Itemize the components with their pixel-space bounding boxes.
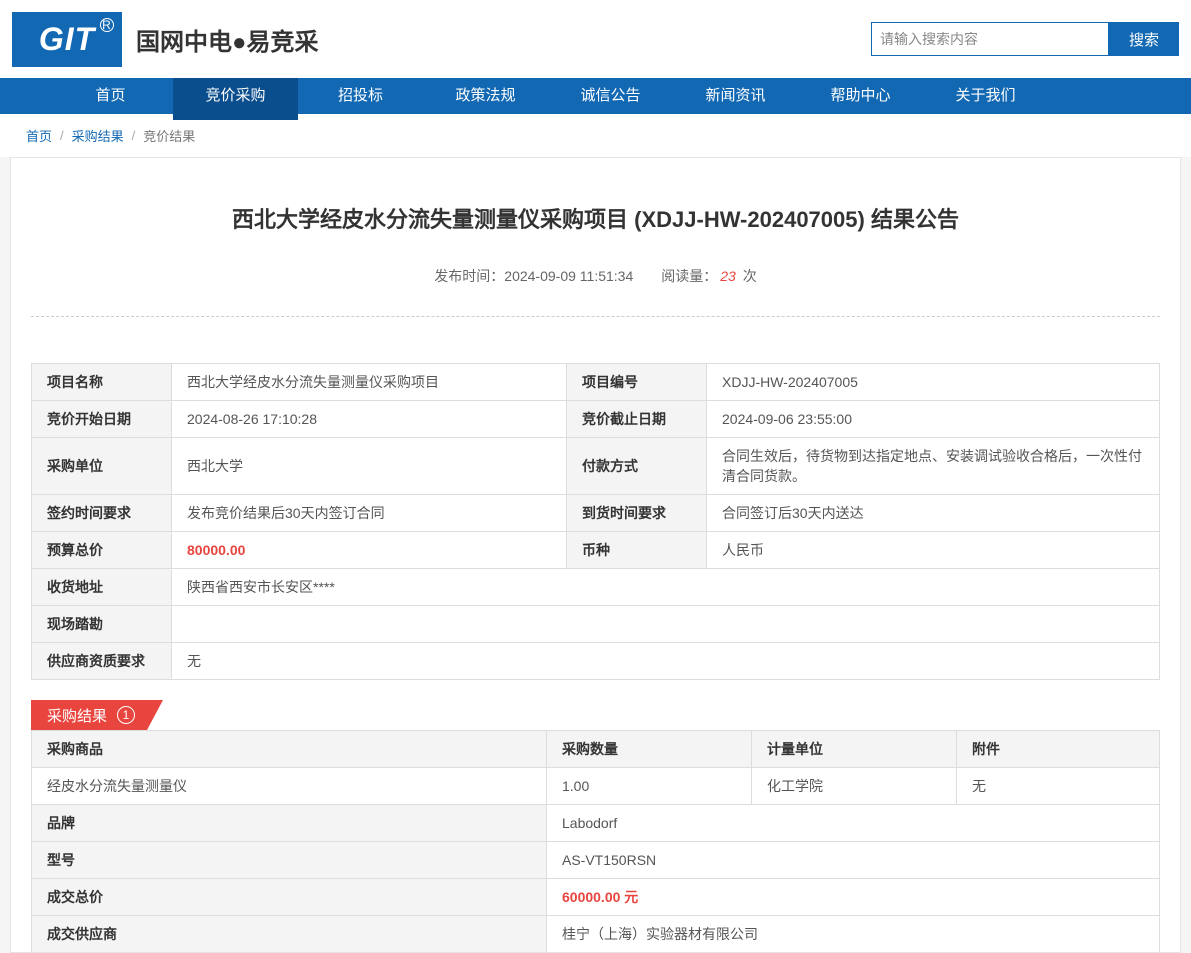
column-header: 附件: [956, 730, 1160, 768]
breadcrumb-home-link[interactable]: 首页: [26, 126, 52, 145]
field-value: 合同签订后30天内送达: [706, 494, 1160, 532]
field-value: [171, 605, 1160, 643]
views-label: 阅读量：: [661, 268, 718, 284]
field-label: 项目名称: [31, 363, 172, 401]
column-header: 采购商品: [31, 730, 547, 768]
field-label: 成交总价: [31, 878, 547, 916]
brand-value: Labodorf: [546, 804, 1160, 842]
page-header: GIT R 国网中电●易竞采 搜索: [0, 0, 1191, 78]
result-table: 采购商品 采购数量 计量单位 附件 经皮水分流失量测量仪 1.00 化工学院 无…: [31, 730, 1160, 952]
field-label: 预算总价: [31, 531, 172, 569]
field-label: 供应商资质要求: [31, 642, 172, 680]
result-badge: 采购结果 1: [31, 700, 163, 730]
page-title: 西北大学经皮水分流失量测量仪采购项目 (XDJJ-HW-202407005) 结…: [232, 207, 959, 232]
field-label: 付款方式: [566, 437, 707, 495]
field-label: 竞价开始日期: [31, 400, 172, 438]
table-row: 经皮水分流失量测量仪 1.00 化工学院 无: [31, 767, 1160, 805]
nav-item-bidding-procurement[interactable]: 竞价采购: [173, 78, 298, 120]
nav-item-policies[interactable]: 政策法规: [423, 78, 548, 114]
field-label: 币种: [566, 531, 707, 569]
site-logo[interactable]: GIT R: [12, 11, 122, 67]
column-header: 采购数量: [546, 730, 752, 768]
field-label: 采购单位: [31, 437, 172, 495]
publish-time-value: 2024-09-09 11:51:34: [504, 268, 634, 284]
supplier-value: 桂宁（上海）实验器材有限公司: [546, 915, 1160, 952]
table-row: 采购单位 西北大学 付款方式 合同生效后，待货物到达指定地点、安装调试验收合格后…: [31, 437, 1160, 495]
field-value: 合同生效后，待货物到达指定地点、安装调试验收合格后，一次性付清合同货款。: [706, 437, 1160, 495]
article-meta: 发布时间：2024-09-09 11:51:34 阅读量： 23 次: [31, 266, 1160, 286]
product-name: 经皮水分流失量测量仪: [31, 767, 547, 805]
table-row: 项目名称 西北大学经皮水分流失量测量仪采购项目 项目编号 XDJJ-HW-202…: [31, 363, 1160, 401]
field-value: 西北大学经皮水分流失量测量仪采购项目: [171, 363, 567, 401]
field-value: 人民币: [706, 531, 1160, 569]
model-value: AS-VT150RSN: [546, 841, 1160, 879]
field-value: 发布竞价结果后30天内签订合同: [171, 494, 567, 532]
table-row: 现场踏勘: [31, 605, 1160, 643]
field-label: 品牌: [31, 804, 547, 842]
nav-item-news[interactable]: 新闻资讯: [673, 78, 798, 114]
field-value: 陕西省西安市长安区****: [171, 568, 1160, 606]
nav-item-about-us[interactable]: 关于我们: [923, 78, 1048, 114]
breadcrumb-separator: /: [60, 128, 64, 143]
views-count: 23: [720, 268, 736, 284]
breadcrumb-separator: /: [131, 128, 136, 143]
field-value: 2024-08-26 17:10:28: [171, 400, 567, 438]
column-header: 计量单位: [751, 730, 957, 768]
search-button[interactable]: 搜索: [1109, 22, 1179, 56]
field-label: 竞价截止日期: [566, 400, 707, 438]
search-input[interactable]: [871, 22, 1109, 56]
nav-item-help-center[interactable]: 帮助中心: [798, 78, 923, 114]
field-label: 成交供应商: [31, 915, 547, 952]
product-unit: 化工学院: [751, 767, 957, 805]
product-quantity: 1.00: [546, 767, 752, 805]
table-row: 竞价开始日期 2024-08-26 17:10:28 竞价截止日期 2024-0…: [31, 400, 1160, 438]
nav-item-tendering[interactable]: 招投标: [298, 78, 423, 114]
field-label: 签约时间要求: [31, 494, 172, 532]
result-badge-label: 采购结果: [47, 707, 108, 725]
field-value: 2024-09-06 23:55:00: [706, 400, 1160, 438]
table-row: 型号 AS-VT150RSN: [31, 841, 1160, 879]
logo-text: GIT: [38, 20, 96, 57]
search-bar: 搜索: [871, 22, 1179, 56]
table-row: 成交供应商 桂宁（上海）实验器材有限公司: [31, 915, 1160, 952]
main-nav: 首页 竞价采购 招投标 政策法规 诚信公告 新闻资讯 帮助中心 关于我们: [0, 78, 1191, 120]
table-row: 收货地址 陕西省西安市长安区****: [31, 568, 1160, 606]
nav-item-home[interactable]: 首页: [48, 78, 173, 114]
field-label: 型号: [31, 841, 547, 879]
deal-total-price: 60000.00 元: [546, 878, 1160, 916]
table-row: 供应商资质要求 无: [31, 642, 1160, 680]
field-value: XDJJ-HW-202407005: [706, 363, 1160, 401]
table-header-row: 采购商品 采购数量 计量单位 附件: [31, 730, 1160, 768]
breadcrumb-section-link[interactable]: 采购结果: [72, 126, 124, 145]
announcement-card: 西北大学经皮水分流失量测量仪采购项目 (XDJJ-HW-202407005) 结…: [10, 157, 1181, 953]
table-row: 签约时间要求 发布竞价结果后30天内签订合同 到货时间要求 合同签订后30天内送…: [31, 494, 1160, 532]
registered-trademark-icon: R: [100, 17, 114, 32]
field-label: 现场踏勘: [31, 605, 172, 643]
product-attachment: 无: [956, 767, 1160, 805]
table-row: 品牌 Labodorf: [31, 804, 1160, 842]
field-value: 西北大学: [171, 437, 567, 495]
table-row: 成交总价 60000.00 元: [31, 878, 1160, 916]
project-info-table: 项目名称 西北大学经皮水分流失量测量仪采购项目 项目编号 XDJJ-HW-202…: [31, 363, 1160, 680]
table-row: 预算总价 80000.00 币种 人民币: [31, 531, 1160, 569]
site-title: 国网中电●易竞采: [136, 28, 319, 56]
field-value: 无: [171, 642, 1160, 680]
budget-total-value: 80000.00: [171, 531, 567, 569]
views-unit: 次: [742, 268, 757, 284]
breadcrumb: 首页 / 采购结果 / 竞价结果: [0, 114, 1191, 157]
result-count-badge: 1: [117, 706, 135, 724]
page-body: 西北大学经皮水分流失量测量仪采购项目 (XDJJ-HW-202407005) 结…: [0, 157, 1191, 953]
dashed-divider: [31, 316, 1160, 317]
breadcrumb-current: 竞价结果: [143, 129, 196, 144]
field-label: 项目编号: [566, 363, 707, 401]
field-label: 到货时间要求: [566, 494, 707, 532]
publish-time-label: 发布时间：: [434, 268, 505, 284]
field-label: 收货地址: [31, 568, 172, 606]
nav-item-integrity-notices[interactable]: 诚信公告: [548, 78, 673, 114]
